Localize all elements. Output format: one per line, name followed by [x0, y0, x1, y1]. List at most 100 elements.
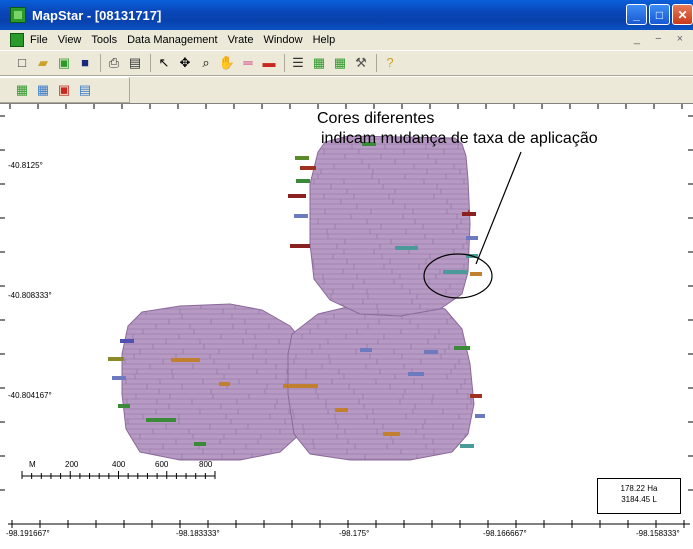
x-label-2: -98.183333°	[176, 529, 220, 538]
edge-rate-patch	[462, 212, 476, 216]
scale-tick-200: 200	[65, 460, 79, 469]
edge-rate-patch	[290, 244, 310, 248]
help-icon[interactable]: ?	[382, 55, 398, 71]
main-toolbar: □ ▰ ▣ ■ ⎙ ▤ ↖ ✥ ⌕ ✋ ═ ▬ ☰ ▦ ▦ ⚒?	[0, 50, 693, 76]
total-volume: 3184.45 L	[621, 495, 657, 504]
rate-patch	[246, 466, 258, 470]
hpt-icon[interactable]: ▤	[77, 82, 93, 98]
rate-patch	[258, 280, 276, 284]
list-icon[interactable]: ☰	[290, 55, 306, 71]
open-folder-icon[interactable]: ▰	[35, 55, 51, 71]
y-label-2: -40.808333°	[8, 291, 52, 300]
map-export-icon[interactable]: ▣	[56, 82, 72, 98]
close-button[interactable]: ✕	[672, 4, 693, 25]
title-bar: MapStar - [08131717] _ □ ✕	[0, 0, 693, 30]
menu-vrate[interactable]: Vrate	[228, 34, 254, 46]
menu-view[interactable]: View	[58, 34, 82, 46]
print-preview-icon[interactable]: ▤	[127, 55, 143, 71]
edge-rate-patch	[475, 414, 485, 418]
save-icon[interactable]: ■	[77, 55, 93, 71]
mdi-controls[interactable]: _ − ×	[634, 33, 689, 45]
document-icon[interactable]	[10, 33, 24, 47]
annotation-line-2: indicam mudança de taxa de aplicação	[321, 130, 598, 147]
toolbar-empty-area	[130, 77, 693, 103]
zoom-icon[interactable]: ⌕	[198, 55, 214, 71]
map-view[interactable]: -40.8125° -40.808333° -40.804167° -98.19…	[0, 103, 693, 549]
map-canvas[interactable]	[0, 104, 693, 549]
minimize-button[interactable]: _	[626, 4, 647, 25]
toolbar-separator	[100, 54, 101, 72]
map-layer-icon[interactable]: ▦	[14, 82, 30, 98]
rate-patch	[200, 236, 210, 240]
x-label-1: -98.191667°	[6, 529, 50, 538]
rate-patch	[171, 358, 200, 362]
line-icon[interactable]: ═	[240, 55, 256, 71]
rate-patch	[443, 270, 470, 274]
menu-bar: File View Tools Data Management Vrate Wi…	[0, 30, 693, 50]
window-title: MapStar - [08131717]	[32, 7, 162, 23]
maximize-button[interactable]: □	[649, 4, 670, 25]
pointer-icon[interactable]: ↖	[156, 55, 172, 71]
edge-rate-patch	[288, 194, 306, 198]
map-edit-icon[interactable]: ▦	[35, 82, 51, 98]
y-label-1: -40.8125°	[8, 161, 43, 170]
rate-patch	[221, 176, 234, 180]
edge-rate-patch	[108, 357, 124, 361]
rate-patch	[476, 374, 490, 378]
rate-patch	[138, 254, 158, 258]
rate-patch	[395, 246, 418, 250]
scale-tick-400: 400	[112, 460, 126, 469]
edge-rate-patch	[120, 339, 134, 343]
menu-help[interactable]: Help	[313, 34, 336, 46]
annotation-pointer-line	[475, 151, 522, 265]
log-icon[interactable]: ▦	[311, 55, 327, 71]
rate-patch	[117, 314, 134, 318]
map-toolbar: ▦ ▦ ▣ ▤	[0, 77, 130, 103]
mapstar-app-icon[interactable]	[10, 7, 26, 23]
pan-icon[interactable]: ✥	[177, 55, 193, 71]
rate-patch	[383, 432, 400, 436]
rate-patch	[279, 220, 300, 224]
menu-window[interactable]: Window	[263, 34, 302, 46]
total-area: 178.22 Ha	[620, 484, 658, 493]
rate-patch	[470, 230, 486, 234]
scale-unit: M	[29, 460, 36, 469]
rate-patch	[173, 152, 204, 156]
rate-patch	[489, 150, 518, 154]
scale-tick-600: 600	[155, 460, 169, 469]
rate-patch	[146, 418, 176, 422]
edge-rate-patch	[300, 166, 316, 170]
hand-icon[interactable]: ✋	[219, 55, 235, 71]
rate-patch	[206, 256, 224, 260]
tools-icon[interactable]: ⚒	[353, 55, 369, 71]
menu-tools[interactable]: Tools	[91, 34, 117, 46]
rate-patch	[111, 294, 142, 298]
print-icon[interactable]: ⎙	[106, 55, 122, 71]
rate-patch	[302, 304, 328, 308]
rate-patch	[408, 372, 424, 376]
edge-rate-patch	[112, 376, 126, 380]
rate-patch	[435, 456, 452, 460]
rate-patch	[288, 384, 318, 388]
rate-patch	[227, 196, 248, 200]
menu-file[interactable]: File	[30, 34, 48, 46]
rate-patch	[314, 468, 324, 472]
import-log-icon[interactable]: ▣	[56, 55, 72, 71]
new-file-icon[interactable]: □	[14, 55, 30, 71]
menu-data-management[interactable]: Data Management	[127, 34, 218, 46]
rate-patch	[275, 220, 300, 224]
x-label-4: -98.166667°	[483, 529, 527, 538]
layer-icon[interactable]: ▬	[261, 55, 277, 71]
rate-patch	[335, 408, 348, 412]
rate-patch	[273, 200, 286, 204]
rate-patch	[310, 304, 328, 308]
scale-tick-800: 800	[199, 460, 213, 469]
rate-patch	[250, 466, 280, 470]
edge-rate-patch	[466, 236, 478, 240]
stats-icon[interactable]: ▦	[332, 55, 348, 71]
rate-patch	[179, 172, 196, 176]
rate-patch	[152, 212, 180, 216]
window-controls: _ □ ✕	[626, 4, 693, 25]
rate-patch	[219, 382, 230, 386]
rate-patch	[122, 314, 134, 318]
